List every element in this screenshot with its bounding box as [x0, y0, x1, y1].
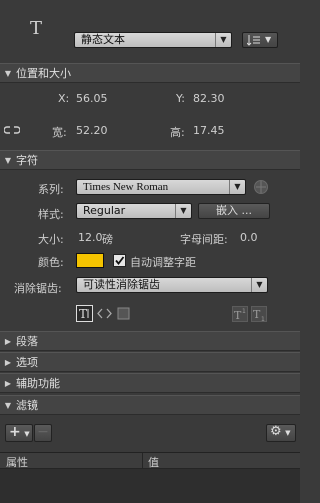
height-label: 高: [170, 126, 185, 139]
section-filters-header[interactable]: ▼ 滤镜 [0, 395, 300, 415]
section-title: 段落 [16, 335, 38, 348]
font-family-dropdown[interactable]: Times New Roman ▼ [76, 179, 246, 195]
expanded-triangle-icon: ▼ [4, 400, 12, 410]
width-value[interactable]: 52.20 [76, 124, 108, 137]
superscript-button[interactable]: T1 [232, 306, 248, 322]
width-label: 宽: [52, 126, 67, 139]
anti-alias-dropdown[interactable]: 可读性消除锯齿 ▼ [76, 277, 268, 293]
column-property[interactable]: 属性 [6, 454, 28, 470]
auto-kern-checkbox[interactable] [113, 254, 126, 267]
section-position-size-header[interactable]: ▼ 位置和大小 [0, 63, 300, 83]
y-label: Y: [176, 92, 185, 105]
text-orientation-icon [247, 34, 261, 46]
x-value[interactable]: 56.05 [76, 92, 108, 105]
section-title: 选项 [16, 356, 38, 369]
render-html-button[interactable] [96, 306, 113, 321]
plus-icon: + [9, 424, 21, 440]
text-type-dropdown[interactable]: 静态文本 ▼ [74, 32, 232, 48]
expanded-triangle-icon: ▼ [4, 155, 12, 165]
border-button[interactable] [116, 306, 131, 321]
color-swatch[interactable] [76, 253, 104, 268]
filter-settings-button[interactable]: ⚙ ▼ [266, 424, 296, 442]
collapsed-triangle-icon: ▶ [4, 336, 12, 346]
chevron-down-icon: ▼ [285, 429, 291, 437]
chevron-down-icon: ▼ [251, 278, 267, 292]
subscript-button[interactable]: T1 [251, 306, 267, 322]
selectable-text-button[interactable]: T [76, 305, 93, 322]
chevron-down-icon: ▼ [215, 33, 231, 47]
font-style-value: Regular [83, 204, 126, 217]
section-title: 辅助功能 [16, 377, 60, 390]
svg-text:T: T [234, 309, 242, 322]
section-title: 位置和大小 [16, 67, 71, 80]
section-character-header[interactable]: ▼ 字符 [0, 150, 300, 170]
style-label: 样式: [38, 208, 64, 221]
svg-text:T: T [253, 308, 261, 321]
anti-alias-value: 可读性消除锯齿 [83, 278, 160, 291]
section-options-header[interactable]: ▶ 选项 [0, 352, 300, 372]
section-title: 字符 [16, 154, 38, 167]
family-label: 系列: [38, 183, 64, 196]
section-paragraph-header[interactable]: ▶ 段落 [0, 331, 300, 351]
gear-icon: ⚙ [270, 424, 282, 439]
svg-text:1: 1 [261, 316, 265, 322]
link-icon[interactable] [4, 124, 20, 136]
auto-kern-label: 自动调整字距 [130, 256, 196, 269]
chevron-down-icon: ▼ [24, 430, 30, 438]
filter-table-header: 属性 值 [0, 453, 300, 469]
text-orientation-dropdown[interactable]: ▼ [242, 32, 278, 48]
minus-icon: − [37, 424, 49, 440]
chevron-down-icon: ▼ [229, 180, 245, 194]
globe-icon[interactable] [253, 179, 269, 195]
section-accessibility-header[interactable]: ▶ 辅助功能 [0, 373, 300, 393]
anti-alias-label: 消除锯齿: [14, 282, 62, 295]
x-label: X: [58, 92, 70, 105]
chevron-down-icon: ▼ [265, 35, 272, 44]
letter-spacing-label: 字母间距: [180, 233, 228, 246]
column-value[interactable]: 值 [148, 454, 159, 470]
color-label: 颜色: [38, 256, 64, 269]
size-value[interactable]: 12.0 [78, 231, 103, 244]
column-divider [142, 453, 143, 469]
text-type-value: 静态文本 [81, 33, 125, 46]
svg-text:T: T [79, 307, 87, 321]
svg-text:1: 1 [242, 308, 246, 315]
size-unit: 磅 [102, 233, 113, 246]
chevron-down-icon: ▼ [175, 204, 191, 218]
letter-spacing-value[interactable]: 0.0 [240, 231, 258, 244]
size-label: 大小: [38, 233, 64, 246]
y-value[interactable]: 82.30 [193, 92, 225, 105]
text-tool-icon: T [30, 18, 43, 39]
filter-table: 属性 值 [0, 452, 300, 503]
collapsed-triangle-icon: ▶ [4, 357, 12, 367]
section-title: 滤镜 [16, 399, 38, 412]
remove-filter-button[interactable]: − [34, 424, 52, 442]
expanded-triangle-icon: ▼ [4, 68, 12, 78]
add-filter-button[interactable]: + ▼ [5, 424, 33, 442]
font-style-dropdown[interactable]: Regular ▼ [76, 203, 192, 219]
font-family-value: Times New Roman [83, 181, 169, 193]
embed-button[interactable]: 嵌入 ... [198, 203, 270, 219]
collapsed-triangle-icon: ▶ [4, 378, 12, 388]
height-value: 17.45 [193, 124, 225, 137]
